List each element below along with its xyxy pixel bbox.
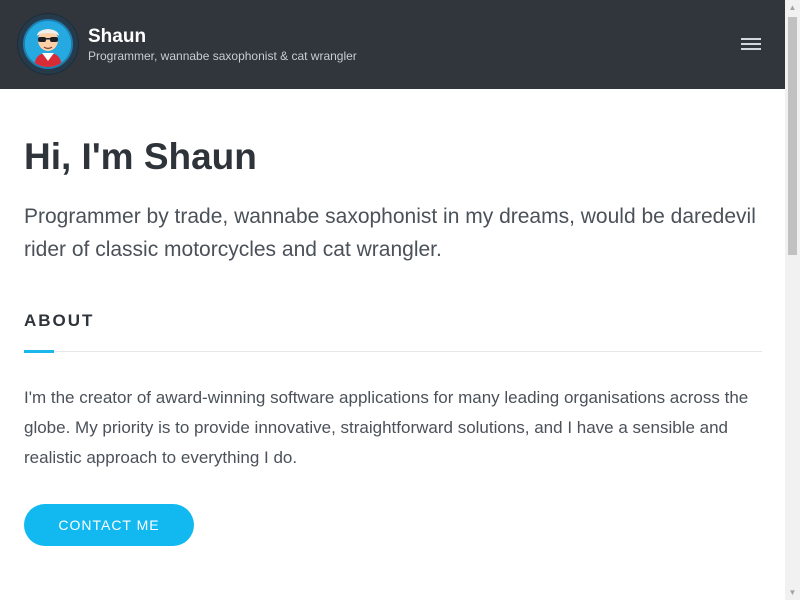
- page: Shaun Programmer, wannabe saxophonist & …: [0, 0, 800, 600]
- contact-me-button[interactable]: CONTACT ME: [24, 504, 194, 546]
- vertical-scrollbar[interactable]: ▲ ▼: [785, 0, 800, 600]
- site-name[interactable]: Shaun: [88, 26, 146, 48]
- menu-icon-line-top: [741, 38, 761, 40]
- section-accent-bar: [24, 350, 54, 353]
- hero-title: Hi, I'm Shaun: [24, 136, 257, 177]
- about-text: I'm the creator of award-winning softwar…: [24, 388, 749, 467]
- site-tagline: Programmer, wannabe saxophonist & cat wr…: [88, 49, 357, 63]
- hero-subtitle: Programmer by trade, wannabe saxophonist…: [24, 205, 756, 261]
- avatar-illustration: [23, 19, 73, 69]
- section-divider: [24, 351, 762, 352]
- scroll-down-arrow-icon[interactable]: ▼: [785, 585, 800, 600]
- avatar[interactable]: [17, 13, 79, 75]
- menu-button[interactable]: [735, 32, 767, 56]
- menu-icon-line-middle: [741, 43, 761, 45]
- about-heading: ABOUT: [24, 311, 95, 330]
- site-header: Shaun Programmer, wannabe saxophonist & …: [0, 0, 785, 89]
- menu-icon-line-bottom: [741, 48, 761, 50]
- scroll-thumb[interactable]: [788, 17, 797, 255]
- scroll-up-arrow-icon[interactable]: ▲: [785, 0, 800, 15]
- avatar-icon: [25, 21, 71, 67]
